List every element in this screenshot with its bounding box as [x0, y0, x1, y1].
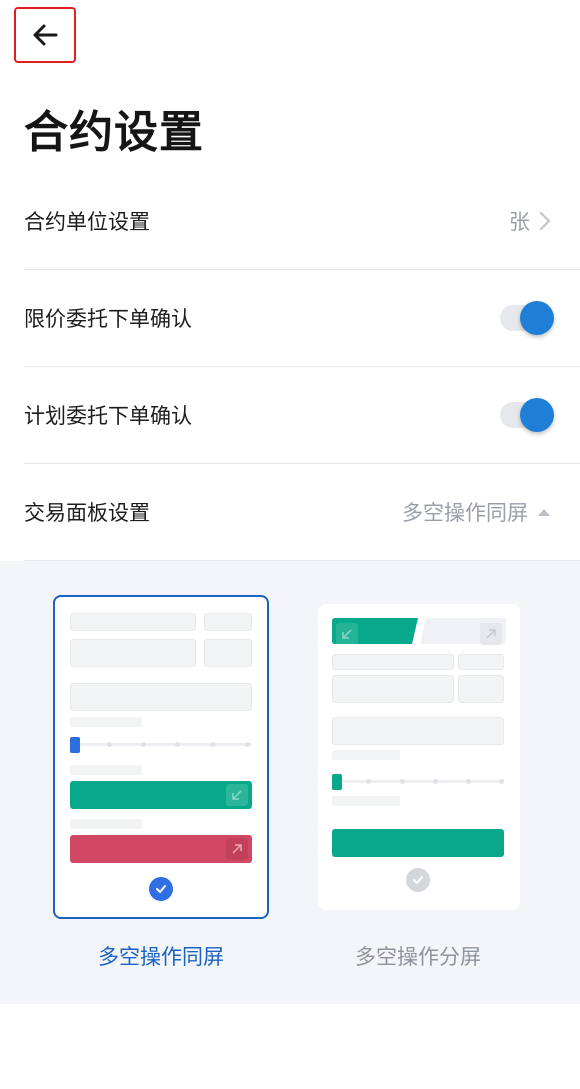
preview-block: [332, 717, 504, 745]
preview-block: [332, 654, 454, 670]
arrow-down-left-icon: [336, 623, 358, 645]
chevron-right-icon: [539, 211, 551, 231]
panel-option-same-screen-label[interactable]: 多空操作同屏: [31, 941, 291, 971]
preview-line: [70, 819, 142, 829]
preview-sell-bar: [70, 835, 252, 863]
contract-unit-label: 合约单位设置: [24, 210, 150, 234]
toggle-knob: [520, 398, 554, 432]
slider-dot: [141, 742, 146, 747]
preview-block: [458, 654, 504, 670]
panel-option-split-screen[interactable]: [318, 604, 520, 910]
slider-dot: [107, 742, 112, 747]
trade-panel-row[interactable]: 交易面板设置 多空操作同屏: [24, 464, 580, 561]
check-circle-icon: [149, 877, 173, 901]
slider-dot: [210, 742, 215, 747]
slider-dot: [366, 779, 371, 784]
preview-buy-bar: [70, 781, 252, 809]
slider-dot: [175, 742, 180, 747]
back-arrow-icon: [33, 24, 58, 46]
slider-dot: [499, 779, 504, 784]
limit-order-confirm-row: 限价委托下单确认: [24, 270, 580, 367]
limit-order-confirm-toggle[interactable]: [500, 301, 554, 335]
preview-block: [70, 639, 196, 667]
preview-slider-thumb: [70, 737, 80, 753]
toggle-knob: [520, 301, 554, 335]
slider-dot: [245, 742, 250, 747]
contract-unit-value: 张: [509, 210, 530, 234]
plan-order-confirm-toggle[interactable]: [500, 398, 554, 432]
preview-block: [70, 683, 252, 711]
preview-line: [332, 796, 400, 806]
preview-block: [70, 613, 196, 631]
limit-order-confirm-label: 限价委托下单确认: [24, 307, 192, 331]
plan-order-confirm-row: 计划委托下单确认: [24, 367, 580, 464]
caret-up-icon: [538, 509, 550, 516]
arrow-up-right-icon: [226, 838, 248, 860]
panel-layout-selector: 多空操作同屏 多空操作分屏: [0, 561, 580, 1004]
page-title: 合约设置: [24, 107, 204, 158]
preview-block: [458, 675, 504, 703]
preview-block: [204, 613, 252, 631]
preview-line: [70, 717, 142, 727]
trade-panel-value: 多空操作同屏: [402, 501, 528, 525]
panel-option-split-screen-label[interactable]: 多空操作分屏: [288, 941, 548, 971]
preview-block: [332, 675, 454, 703]
slider-dot: [400, 779, 405, 784]
arrow-down-left-icon: [226, 784, 248, 806]
back-button[interactable]: [14, 7, 76, 63]
check-circle-icon: [406, 868, 430, 892]
preview-block: [204, 639, 252, 667]
slider-dot: [433, 779, 438, 784]
preview-buy-bar: [332, 829, 504, 857]
preview-line: [70, 765, 142, 775]
arrow-up-right-icon: [480, 623, 502, 645]
slider-dot: [466, 779, 471, 784]
trade-panel-label: 交易面板设置: [24, 501, 150, 525]
contract-unit-row[interactable]: 合约单位设置 张: [24, 173, 580, 270]
preview-slider-track: [70, 743, 252, 746]
panel-option-same-screen[interactable]: [53, 595, 269, 919]
preview-slider-track: [332, 780, 504, 783]
preview-slider-thumb: [332, 774, 342, 790]
plan-order-confirm-label: 计划委托下单确认: [24, 404, 192, 428]
preview-line: [332, 750, 400, 760]
